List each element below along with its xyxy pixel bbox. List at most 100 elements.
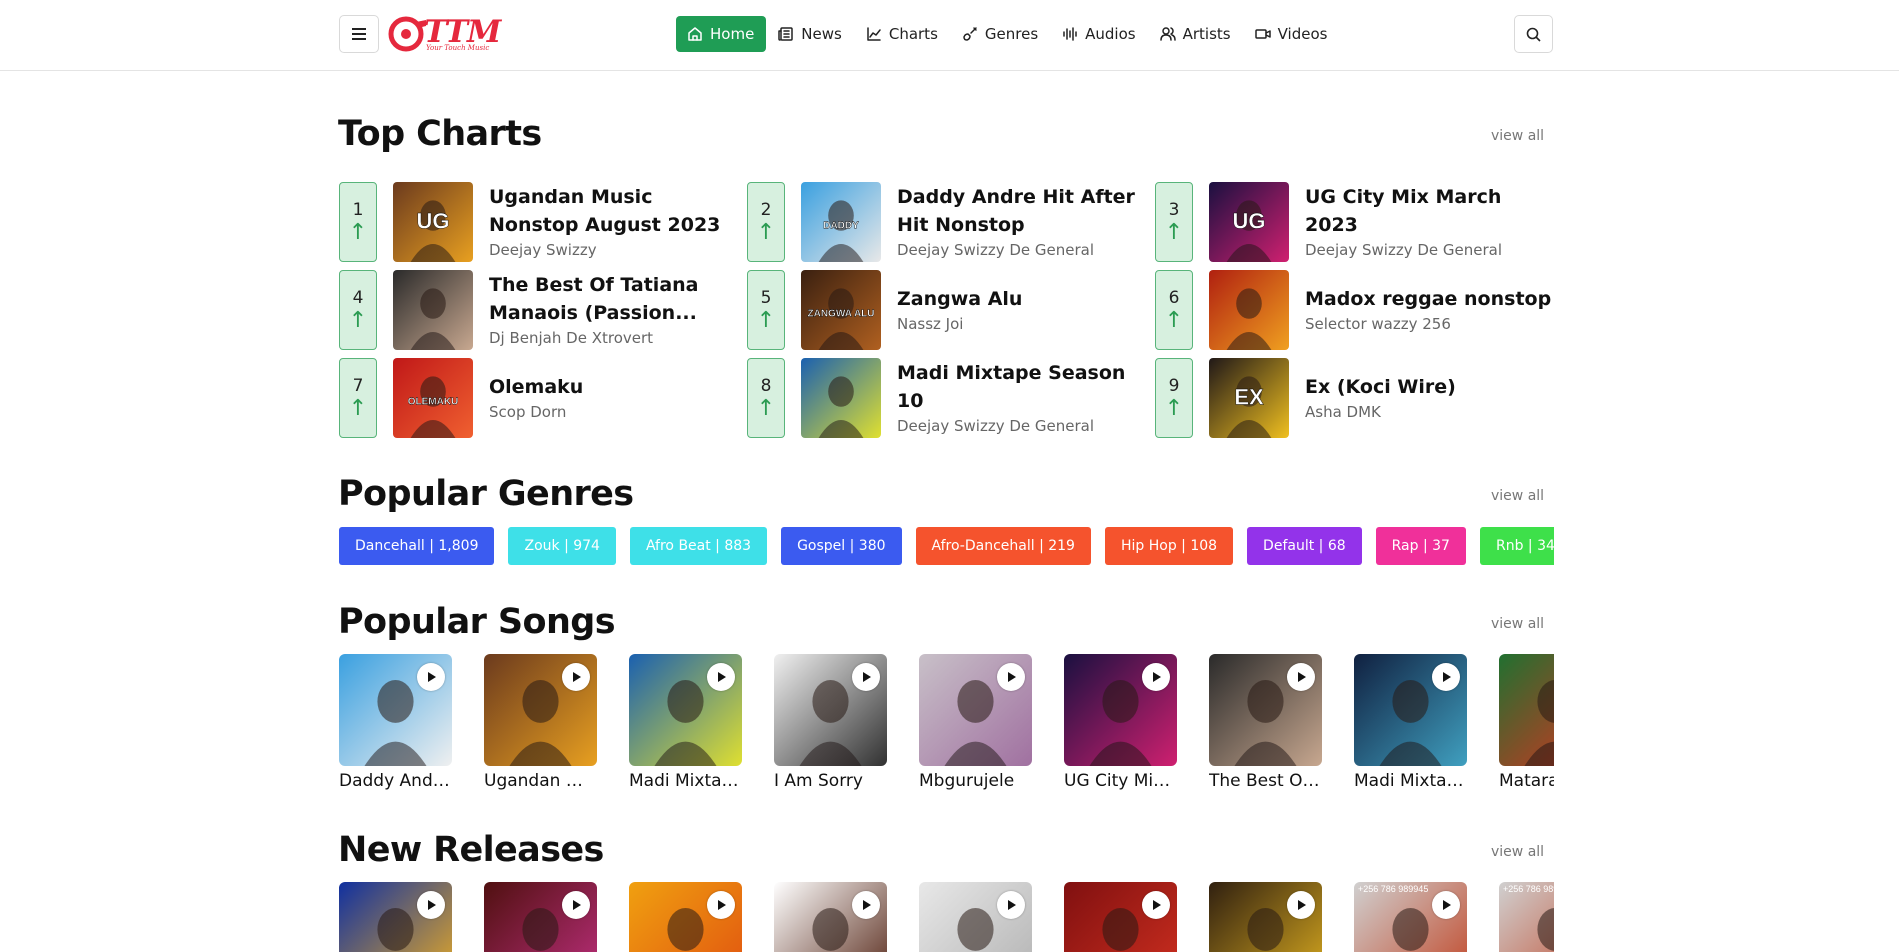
chart-item[interactable]: 8 ↑ Madi Mixtape Season 10 Deejay Swizzy De…	[747, 358, 1147, 438]
release-card[interactable]	[1064, 882, 1177, 952]
play-icon[interactable]	[417, 663, 445, 691]
song-title[interactable]: The Best Of Tatiana Manaois	[1209, 771, 1322, 791]
release-card[interactable]	[919, 882, 1032, 952]
song-title[interactable]: Mbgurujele	[919, 771, 1032, 791]
song-cover-image[interactable]	[629, 654, 742, 766]
release-card[interactable]	[774, 882, 887, 952]
chart-item[interactable]: 4 ↑ The Best Of Tatiana Manaois (Passion..…	[339, 270, 739, 350]
play-icon[interactable]	[852, 663, 880, 691]
play-icon[interactable]	[707, 663, 735, 691]
song-title[interactable]: Matara	[1499, 771, 1554, 791]
chart-artist-name[interactable]: Asha DMK	[1305, 401, 1555, 423]
play-icon[interactable]	[852, 891, 880, 919]
genre-pill[interactable]: Default | 68	[1247, 527, 1362, 565]
chart-cover-image[interactable]: EX	[1209, 358, 1289, 438]
chart-item[interactable]: 2 ↑ DADDY Daddy Andre Hit After Hit Nonstop…	[747, 182, 1147, 262]
release-card[interactable]: +256 786 989945	[1499, 882, 1554, 952]
chart-artist-name[interactable]: Deejay Swizzy De General	[1305, 239, 1555, 261]
song-title[interactable]: Madi Mixtape 13	[1354, 771, 1467, 791]
song-card[interactable]: Matara	[1499, 654, 1554, 791]
release-cover-image[interactable]	[919, 882, 1032, 952]
chart-item[interactable]: 1 ↑ UG Ugandan Music Nonstop August 2023 Dee…	[339, 182, 739, 262]
nav-videos[interactable]: Videos	[1243, 16, 1340, 52]
song-card[interactable]: Mbgurujele	[919, 654, 1032, 791]
chart-song-title[interactable]: Madi Mixtape Season 10	[897, 359, 1147, 415]
chart-cover-image[interactable]	[1209, 270, 1289, 350]
release-card[interactable]: +256 786 989945	[1354, 882, 1467, 952]
nav-charts[interactable]: Charts	[854, 16, 950, 52]
chart-artist-name[interactable]: Deejay Swizzy De General	[897, 415, 1147, 437]
release-cover-image[interactable]	[629, 882, 742, 952]
play-icon[interactable]	[1287, 891, 1315, 919]
song-cover-image[interactable]	[339, 654, 452, 766]
song-card[interactable]: Daddy Andre Hit After Hit Nonstop	[339, 654, 452, 791]
nav-artists[interactable]: Artists	[1148, 16, 1243, 52]
chart-item[interactable]: 7 ↑ OLEMAKU Olemaku Scop Dorn	[339, 358, 739, 438]
chart-artist-name[interactable]: Deejay Swizzy	[489, 239, 739, 261]
chart-artist-name[interactable]: Scop Dorn	[489, 401, 739, 423]
release-card[interactable]	[484, 882, 597, 952]
nav-audios[interactable]: Audios	[1050, 16, 1147, 52]
menu-button[interactable]	[339, 15, 379, 53]
chart-song-title[interactable]: Ex (Koci Wire)	[1305, 373, 1555, 401]
genre-pill[interactable]: Rap | 37	[1375, 527, 1466, 565]
play-icon[interactable]	[1142, 891, 1170, 919]
chart-item[interactable]: 3 ↑ UG UG City Mix March 2023 Deejay Swizzy …	[1155, 182, 1555, 262]
chart-cover-image[interactable]	[393, 270, 473, 350]
song-card[interactable]: Madi Mixtape 13	[1354, 654, 1467, 791]
genre-pill[interactable]: Rnb | 34	[1479, 527, 1554, 565]
chart-cover-image[interactable]: ZANGWA ALU	[801, 270, 881, 350]
genre-pill[interactable]: Hip Hop | 108	[1104, 527, 1234, 565]
chart-song-title[interactable]: Olemaku	[489, 373, 739, 401]
release-card[interactable]	[1209, 882, 1322, 952]
song-cover-image[interactable]	[1064, 654, 1177, 766]
popular-songs-view-all[interactable]: view all	[1491, 616, 1544, 632]
song-cover-image[interactable]	[484, 654, 597, 766]
top-charts-view-all[interactable]: view all	[1491, 128, 1544, 144]
play-icon[interactable]	[1142, 663, 1170, 691]
chart-cover-image[interactable]	[801, 358, 881, 438]
chart-song-title[interactable]: Madox reggae nonstop	[1305, 285, 1555, 313]
popular-genres-view-all[interactable]: view all	[1491, 488, 1544, 504]
genre-pill[interactable]: Gospel | 380	[781, 527, 902, 565]
play-icon[interactable]	[997, 663, 1025, 691]
song-cover-image[interactable]	[774, 654, 887, 766]
chart-cover-image[interactable]: DADDY	[801, 182, 881, 262]
play-icon[interactable]	[1432, 891, 1460, 919]
search-button[interactable]	[1514, 15, 1553, 53]
chart-cover-image[interactable]: UG	[393, 182, 473, 262]
release-cover-image[interactable]	[1064, 882, 1177, 952]
new-releases-view-all[interactable]: view all	[1491, 844, 1544, 860]
song-card[interactable]: I Am Sorry	[774, 654, 887, 791]
chart-song-title[interactable]: Ugandan Music Nonstop August 2023	[489, 183, 739, 239]
release-card[interactable]	[339, 882, 452, 952]
play-icon[interactable]	[417, 891, 445, 919]
song-card[interactable]: Ugandan Music Nonstop August 2023	[484, 654, 597, 791]
song-card[interactable]: UG City Mix March 2023	[1064, 654, 1177, 791]
chart-song-title[interactable]: The Best Of Tatiana Manaois (Passion...	[489, 271, 739, 327]
genre-pill[interactable]: Afro Beat | 883	[629, 527, 768, 565]
chart-song-title[interactable]: Daddy Andre Hit After Hit Nonstop	[897, 183, 1147, 239]
chart-song-title[interactable]: UG City Mix March 2023	[1305, 183, 1555, 239]
chart-artist-name[interactable]: Selector wazzy 256	[1305, 313, 1555, 335]
genre-pill[interactable]: Zouk | 974	[508, 527, 616, 565]
chart-item[interactable]: 9 ↑ EX Ex (Koci Wire) Asha DMK	[1155, 358, 1555, 438]
song-title[interactable]: Ugandan Music Nonstop August 2023	[484, 771, 597, 791]
song-title[interactable]: Daddy Andre Hit After Hit Nonstop	[339, 771, 452, 791]
song-cover-image[interactable]	[919, 654, 1032, 766]
song-title[interactable]: UG City Mix March 2023	[1064, 771, 1177, 791]
play-icon[interactable]	[1287, 663, 1315, 691]
play-icon[interactable]	[1432, 663, 1460, 691]
release-cover-image[interactable]: +256 786 989945	[1354, 882, 1467, 952]
release-cover-image[interactable]: +256 786 989945	[1499, 882, 1554, 952]
release-cover-image[interactable]	[1209, 882, 1322, 952]
nav-home[interactable]: Home	[676, 16, 767, 52]
genre-pill[interactable]: Dancehall | 1,809	[339, 527, 495, 565]
chart-artist-name[interactable]: Nassz Joi	[897, 313, 1147, 335]
chart-song-title[interactable]: Zangwa Alu	[897, 285, 1147, 313]
site-logo[interactable]: TTM Your Touch Music	[388, 14, 501, 54]
chart-item[interactable]: 6 ↑ Madox reggae nonstop Selector wazzy 256	[1155, 270, 1555, 350]
nav-news[interactable]: News	[766, 16, 854, 52]
release-card[interactable]	[629, 882, 742, 952]
release-cover-image[interactable]	[339, 882, 452, 952]
